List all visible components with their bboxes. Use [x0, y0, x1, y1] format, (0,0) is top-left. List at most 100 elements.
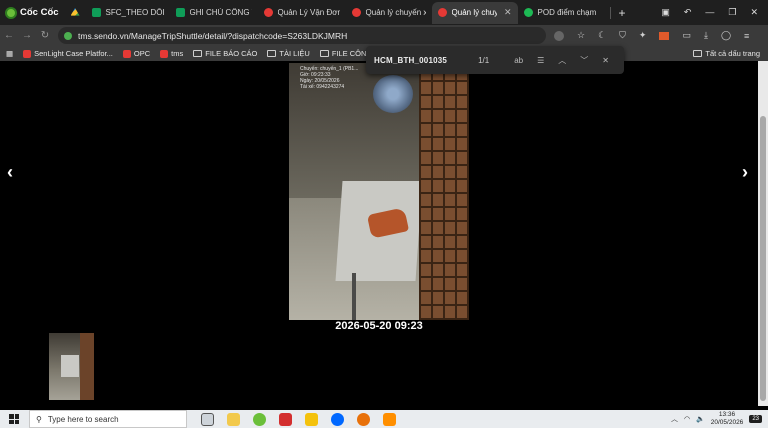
back-icon[interactable]: ← [0, 30, 18, 41]
all-bookmarks[interactable]: Tất cả dấu trang [693, 46, 760, 61]
find-prev-icon[interactable]: ︿ [558, 55, 566, 66]
photo-caption: 2026-05-20 09:23 [335, 320, 423, 332]
tab-quan-ly-chuyen-xe[interactable]: Quản lý chuyến xe [346, 2, 432, 24]
app-icon[interactable] [383, 412, 396, 426]
menu-icon[interactable]: ≡ [744, 31, 749, 41]
search-icon: ⚲ [36, 414, 42, 424]
zalo-icon[interactable] [331, 412, 344, 426]
browser-brand-label: Cốc Cốc [20, 7, 59, 18]
tab-label: GHI CHÚ CÔNG VIỆ [189, 8, 252, 17]
close-window-icon[interactable]: ✕ [750, 7, 758, 18]
match-case-toggle[interactable]: ab [514, 56, 523, 65]
restore-icon[interactable]: ❐ [728, 7, 736, 18]
windows-taskbar: ⚲ Type here to search ︿ ◠ 🔈 13:36 20/05/… [0, 410, 768, 428]
bookmark-opc[interactable]: OPC [122, 49, 151, 58]
thumbnail-table [61, 355, 79, 377]
file-explorer-icon[interactable] [227, 412, 240, 426]
tab-sfc[interactable]: SFC_THEO DÕI ĐỐI [86, 2, 170, 24]
browser-brand[interactable]: Cốc Cốc [0, 0, 65, 25]
chevron-up-icon[interactable]: ︿ [671, 414, 678, 424]
find-options-icon[interactable]: ☰ [537, 56, 544, 65]
photo-thumbnail[interactable] [49, 333, 94, 400]
tab-label: Quản Lý Vận Đơn C [277, 8, 340, 17]
tab-label: Quản lý chuyến xe [365, 8, 426, 17]
bookmark-file-bao-cao[interactable]: FILE BÁO CÁO [193, 49, 257, 58]
find-close-icon[interactable]: ✕ [602, 56, 609, 65]
bookmark-label: SenLight Case Platfor... [34, 49, 113, 58]
history-icon[interactable]: ↶ [684, 7, 692, 18]
next-image-icon[interactable]: › [742, 162, 748, 183]
tab-search-icon[interactable]: ▣ [661, 7, 670, 18]
url-text: tms.sendo.vn/ManageTripShuttle/detail/?d… [78, 30, 348, 41]
taskbar-search[interactable]: ⚲ Type here to search [29, 410, 187, 428]
search-placeholder: Type here to search [47, 414, 119, 424]
coccoc-logo-icon [5, 6, 17, 19]
url-field[interactable]: tms.sendo.vn/ManageTripShuttle/detail/?d… [58, 27, 546, 44]
pod-photo: Chuyến: chuyến_1 (PB1... Giờ: 09:23:33 N… [289, 63, 469, 320]
tab-active[interactable]: Quản lý chuyế ✕ [431, 1, 518, 24]
adblock-icon[interactable]: ⛉ [619, 30, 626, 41]
sheets-icon [91, 8, 101, 17]
sendo-icon [263, 8, 273, 17]
folder-icon [193, 50, 203, 57]
bookmark-star-icon[interactable]: ☆ [577, 30, 585, 41]
task-view-icon[interactable] [201, 412, 214, 426]
bookmark-label: Tất cả dấu trang [705, 49, 760, 58]
clock[interactable]: 13:36 20/05/2026 [711, 411, 744, 427]
bookmark-senlight[interactable]: SenLight Case Platfor... [23, 49, 113, 58]
tab-label: POD điểm chạm [537, 8, 597, 17]
vertical-scrollbar[interactable] [758, 61, 768, 406]
taskbar-apps [201, 412, 396, 426]
extension-flag-icon[interactable] [659, 31, 670, 40]
photo-stamp: Chuyến: chuyến_1 (PB1... Giờ: 09:23:33 N… [300, 66, 358, 90]
chrome-like-icon[interactable] [357, 412, 370, 426]
window-controls: ▣ ↶ — ❐ ✕ [661, 7, 768, 18]
minimize-icon[interactable]: — [705, 7, 714, 18]
tab-drive[interactable] [65, 2, 86, 24]
stamp-line: Tài xế: 0942243274 [300, 84, 345, 90]
network-icon[interactable]: ◠ [684, 415, 690, 423]
scrollbar-thumb[interactable] [760, 116, 766, 401]
wps-icon[interactable] [279, 412, 292, 426]
bookmark-label: tms [171, 49, 184, 58]
reload-icon[interactable]: ↻ [36, 30, 54, 41]
apps-grid-icon[interactable]: ▦ [6, 49, 13, 58]
drive-icon [70, 8, 80, 16]
extensions-icon[interactable]: ✦ [639, 30, 647, 41]
sidebar-icon[interactable]: ▭ [682, 30, 691, 41]
volume-icon[interactable]: 🔈 [696, 415, 705, 423]
dark-mode-icon[interactable]: ☾ [598, 30, 606, 41]
sendo-icon [23, 49, 32, 58]
find-input[interactable]: HCM_BTH_001035 [374, 56, 447, 65]
sheets-icon [175, 8, 185, 17]
windows-start-icon[interactable] [9, 414, 19, 424]
bookmark-tai-lieu[interactable]: TÀI LIỆU [267, 49, 310, 58]
toolbar-icons: ☆ ☾ ⛉ ✦ ▭ ⤓ ◯ ≡ [554, 30, 749, 41]
bookmark-tms[interactable]: tms [160, 49, 183, 58]
photo-table-leg [352, 273, 356, 320]
tab-quan-ly-van-don[interactable]: Quản Lý Vận Đơn C [258, 2, 346, 24]
sendo-icon [122, 49, 131, 58]
find-next-icon[interactable]: ﹀ [580, 55, 588, 66]
bookmark-label: OPC [133, 49, 151, 58]
system-tray: ︿ ◠ 🔈 13:36 20/05/2026 23 [671, 411, 768, 427]
close-tab-icon[interactable]: ✕ [504, 7, 512, 18]
site-info-icon[interactable] [64, 31, 72, 40]
folder-icon [319, 50, 329, 57]
tab-pod[interactable]: POD điểm chạm [518, 2, 610, 24]
tab-ghi-chu[interactable]: GHI CHÚ CÔNG VIỆ [170, 2, 258, 24]
sticky-notes-icon[interactable] [305, 412, 318, 426]
forward-icon[interactable]: → [18, 30, 36, 41]
clock-date: 20/05/2026 [710, 419, 744, 426]
notification-badge[interactable]: 23 [749, 415, 762, 423]
new-tab-icon[interactable]: + [611, 6, 634, 20]
address-bar-row: ← → ↻ tms.sendo.vn/ManageTripShuttle/det… [0, 25, 768, 46]
profile-icon[interactable]: ◯ [721, 30, 731, 41]
tab-label: Quản lý chuyế [451, 8, 497, 17]
prev-image-icon[interactable]: ‹ [7, 162, 13, 183]
find-count: 1/1 [478, 55, 490, 65]
download-icon[interactable]: ⤓ [704, 30, 708, 41]
folder-icon [267, 50, 277, 57]
coccoc-icon[interactable] [253, 412, 266, 426]
translate-icon[interactable] [554, 30, 564, 41]
